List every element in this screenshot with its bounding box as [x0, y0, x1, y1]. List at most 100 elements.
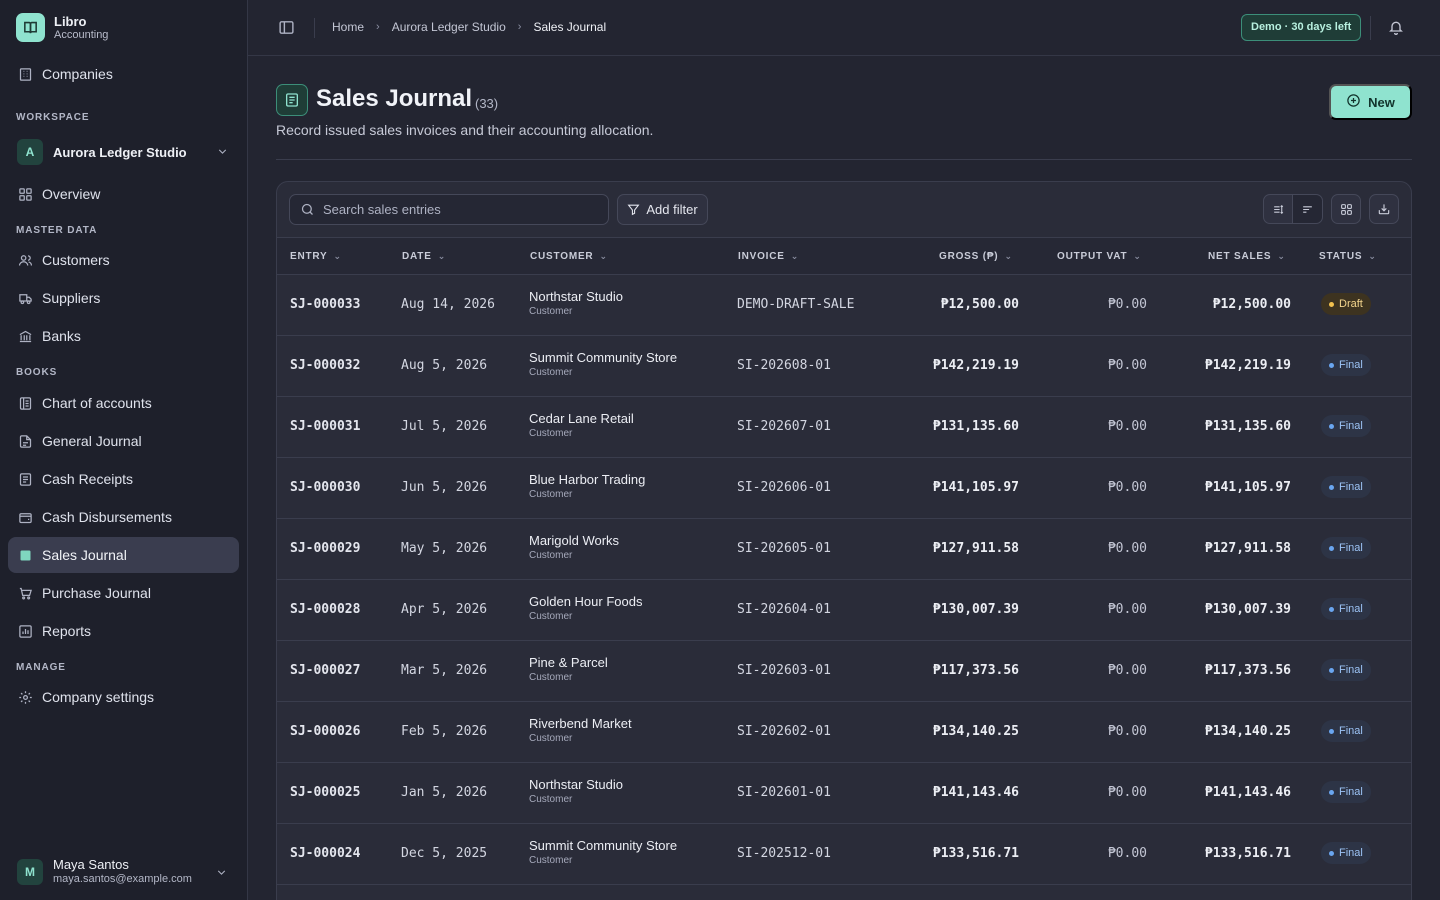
add-filter-label: Add filter [646, 202, 698, 217]
sidebar-item-company-settings[interactable]: Company settings [8, 679, 239, 715]
customer-name: Cedar Lane Retail [529, 411, 634, 426]
customer-name: Marigold Works [529, 533, 620, 548]
sidebar-item-label: Company settings [42, 689, 155, 705]
sidebar-item-general-journal[interactable]: General Journal [8, 423, 239, 459]
sidebar-item-purchase-journal[interactable]: Purchase Journal [8, 575, 239, 611]
entry-date: Apr 5, 2026 [401, 602, 488, 617]
breadcrumb-home[interactable]: Home [332, 20, 364, 34]
workspace-switcher[interactable]: A Aurora Ledger Studio [8, 134, 239, 170]
column-header-invoice[interactable]: INVOICE ⌄ [738, 251, 799, 262]
sidebar-item-overview[interactable]: Overview [8, 176, 239, 212]
gross-amount: ₱133,516.71 [932, 846, 1019, 861]
entry-number[interactable]: SJ-000031 [290, 419, 360, 434]
status-dot [1329, 789, 1334, 795]
sidebar-item-label: Companies [42, 66, 113, 82]
column-header-output-vat[interactable]: OUTPUT VAT ⌄ [1057, 251, 1142, 262]
status-label: Final [1339, 725, 1363, 737]
sidebar-item-label: Sales Journal [42, 547, 127, 563]
column-header-entry[interactable]: ENTRY ⌄ [290, 251, 342, 262]
layout-grid-icon[interactable] [1331, 194, 1361, 224]
download-icon[interactable] [1369, 194, 1399, 224]
entry-number[interactable]: SJ-000028 [290, 602, 360, 617]
status-label: Final [1339, 359, 1363, 371]
invoice-number: SI-202606-01 [737, 480, 831, 495]
add-filter-button[interactable]: Add filter [617, 194, 708, 225]
sidebar-item-customers[interactable]: Customers [8, 242, 239, 278]
status-label: Final [1339, 847, 1363, 859]
entry-number[interactable]: SJ-000024 [290, 846, 360, 861]
table-row[interactable]: SJ-000028 Apr 5, 2026 Golden Hour Foods Cus… [277, 580, 1411, 641]
search-box[interactable] [289, 194, 609, 225]
sidebar-item-suppliers[interactable]: Suppliers [8, 280, 239, 316]
output-vat: ₱0.00 [1107, 785, 1147, 800]
divider [1370, 16, 1371, 40]
status-badge: Final [1321, 598, 1371, 620]
customer-type: Customer [529, 428, 573, 439]
column-header-net-sales[interactable]: NET SALES ⌄ [1208, 251, 1286, 262]
sidebar-item-reports[interactable]: Reports [8, 613, 239, 649]
column-header-status[interactable]: STATUS ⌄ [1319, 251, 1377, 262]
table-row[interactable]: SJ-000029 May 5, 2026 Marigold Works Custom… [277, 519, 1411, 580]
status-cell: Final [1321, 720, 1371, 742]
new-entry-button[interactable]: New [1329, 84, 1412, 120]
chevron-down-icon [216, 145, 229, 161]
customer-cell: Riverbend Market Customer [529, 716, 632, 746]
table-row[interactable]: SJ-000031 Jul 5, 2026 Cedar Lane Retail Cus… [277, 397, 1411, 458]
sidebar-toggle-icon[interactable] [278, 19, 295, 39]
column-header-customer[interactable]: CUSTOMER ⌄ [530, 251, 608, 262]
sidebar: Libro Accounting Companies WORKSPACE A A… [0, 0, 248, 900]
customer-name: Riverbend Market [529, 716, 632, 731]
user-menu[interactable]: M Maya Santos maya.santos@example.com [17, 857, 192, 886]
status-cell: Final [1321, 354, 1371, 376]
table-row[interactable]: SJ-000024 Dec 5, 2025 Summit Community Sto… [277, 824, 1411, 885]
status-cell: Final [1321, 537, 1371, 559]
status-dot [1329, 301, 1334, 307]
table-row[interactable]: SJ-000030 Jun 5, 2026 Blue Harbor Trading C… [277, 458, 1411, 519]
column-header-date[interactable]: DATE ⌄ [402, 251, 446, 262]
table-row[interactable]: SJ-000033 Aug 14, 2026 Northstar Studio Cus… [277, 275, 1411, 336]
sidebar-item-label: Suppliers [42, 290, 101, 306]
sidebar-item-banks[interactable]: Banks [8, 318, 239, 354]
entry-number[interactable]: SJ-000032 [290, 358, 360, 373]
divider [314, 18, 315, 38]
breadcrumb-company[interactable]: Aurora Ledger Studio [392, 20, 506, 34]
entry-number[interactable]: SJ-000026 [290, 724, 360, 739]
output-vat: ₱0.00 [1107, 480, 1147, 495]
avatar: M [17, 858, 43, 885]
ledger-icon [18, 396, 33, 411]
user-email: maya.santos@example.com [53, 873, 192, 885]
chevron-down-icon[interactable] [215, 866, 228, 882]
entry-date: Dec 5, 2025 [401, 846, 488, 861]
table-row[interactable]: SJ-000027 Mar 5, 2026 Pine & Parcel Custome… [277, 641, 1411, 702]
status-cell: Final [1321, 659, 1371, 681]
gross-amount: ₱141,143.46 [932, 785, 1019, 800]
entry-number[interactable]: SJ-000033 [290, 297, 360, 312]
sidebar-item-companies[interactable]: Companies [8, 56, 239, 92]
customer-name: Summit Community Store [529, 838, 678, 853]
sidebar-item-cash-receipts[interactable]: Cash Receipts [8, 461, 239, 497]
entry-number[interactable]: SJ-000029 [290, 541, 360, 556]
search-input[interactable] [323, 202, 603, 217]
entry-number[interactable]: SJ-000027 [290, 663, 360, 678]
column-header-gross[interactable]: GROSS (₱) ⌄ [939, 251, 1013, 262]
sidebar-item-chart-of-accounts[interactable]: Chart of accounts [8, 385, 239, 421]
sidebar-item-cash-disbursements[interactable]: Cash Disbursements [8, 499, 239, 535]
entry-number[interactable]: SJ-000025 [290, 785, 360, 800]
invoice-number: SI-202603-01 [737, 663, 831, 678]
bell-icon[interactable] [1388, 19, 1404, 38]
gross-amount: ₱127,911.58 [932, 541, 1019, 556]
sort-icon[interactable] [1293, 194, 1323, 224]
table-row[interactable]: SJ-000032 Aug 5, 2026 Summit Community Sto… [277, 336, 1411, 397]
sidebar-item-sales-journal[interactable]: Sales Journal [8, 537, 239, 573]
brand[interactable]: Libro Accounting [16, 13, 108, 42]
sidebar-item-label: General Journal [42, 433, 142, 449]
table-row[interactable]: SJ-000026 Feb 5, 2026 Riverbend Market Cust… [277, 702, 1411, 763]
breadcrumb: Home › Aurora Ledger Studio › Sales Jour… [332, 20, 606, 34]
column-label: GROSS (₱) [939, 251, 999, 262]
demo-badge[interactable]: Demo · 30 days left [1241, 14, 1362, 41]
columns-icon[interactable] [1263, 194, 1293, 224]
entry-number[interactable]: SJ-000030 [290, 480, 360, 495]
customer-name: Northstar Studio [529, 289, 623, 304]
table-row[interactable]: SJ-000025 Jan 5, 2026 Northstar Studio Cust… [277, 763, 1411, 824]
net-sales: ₱134,140.25 [1204, 724, 1291, 739]
